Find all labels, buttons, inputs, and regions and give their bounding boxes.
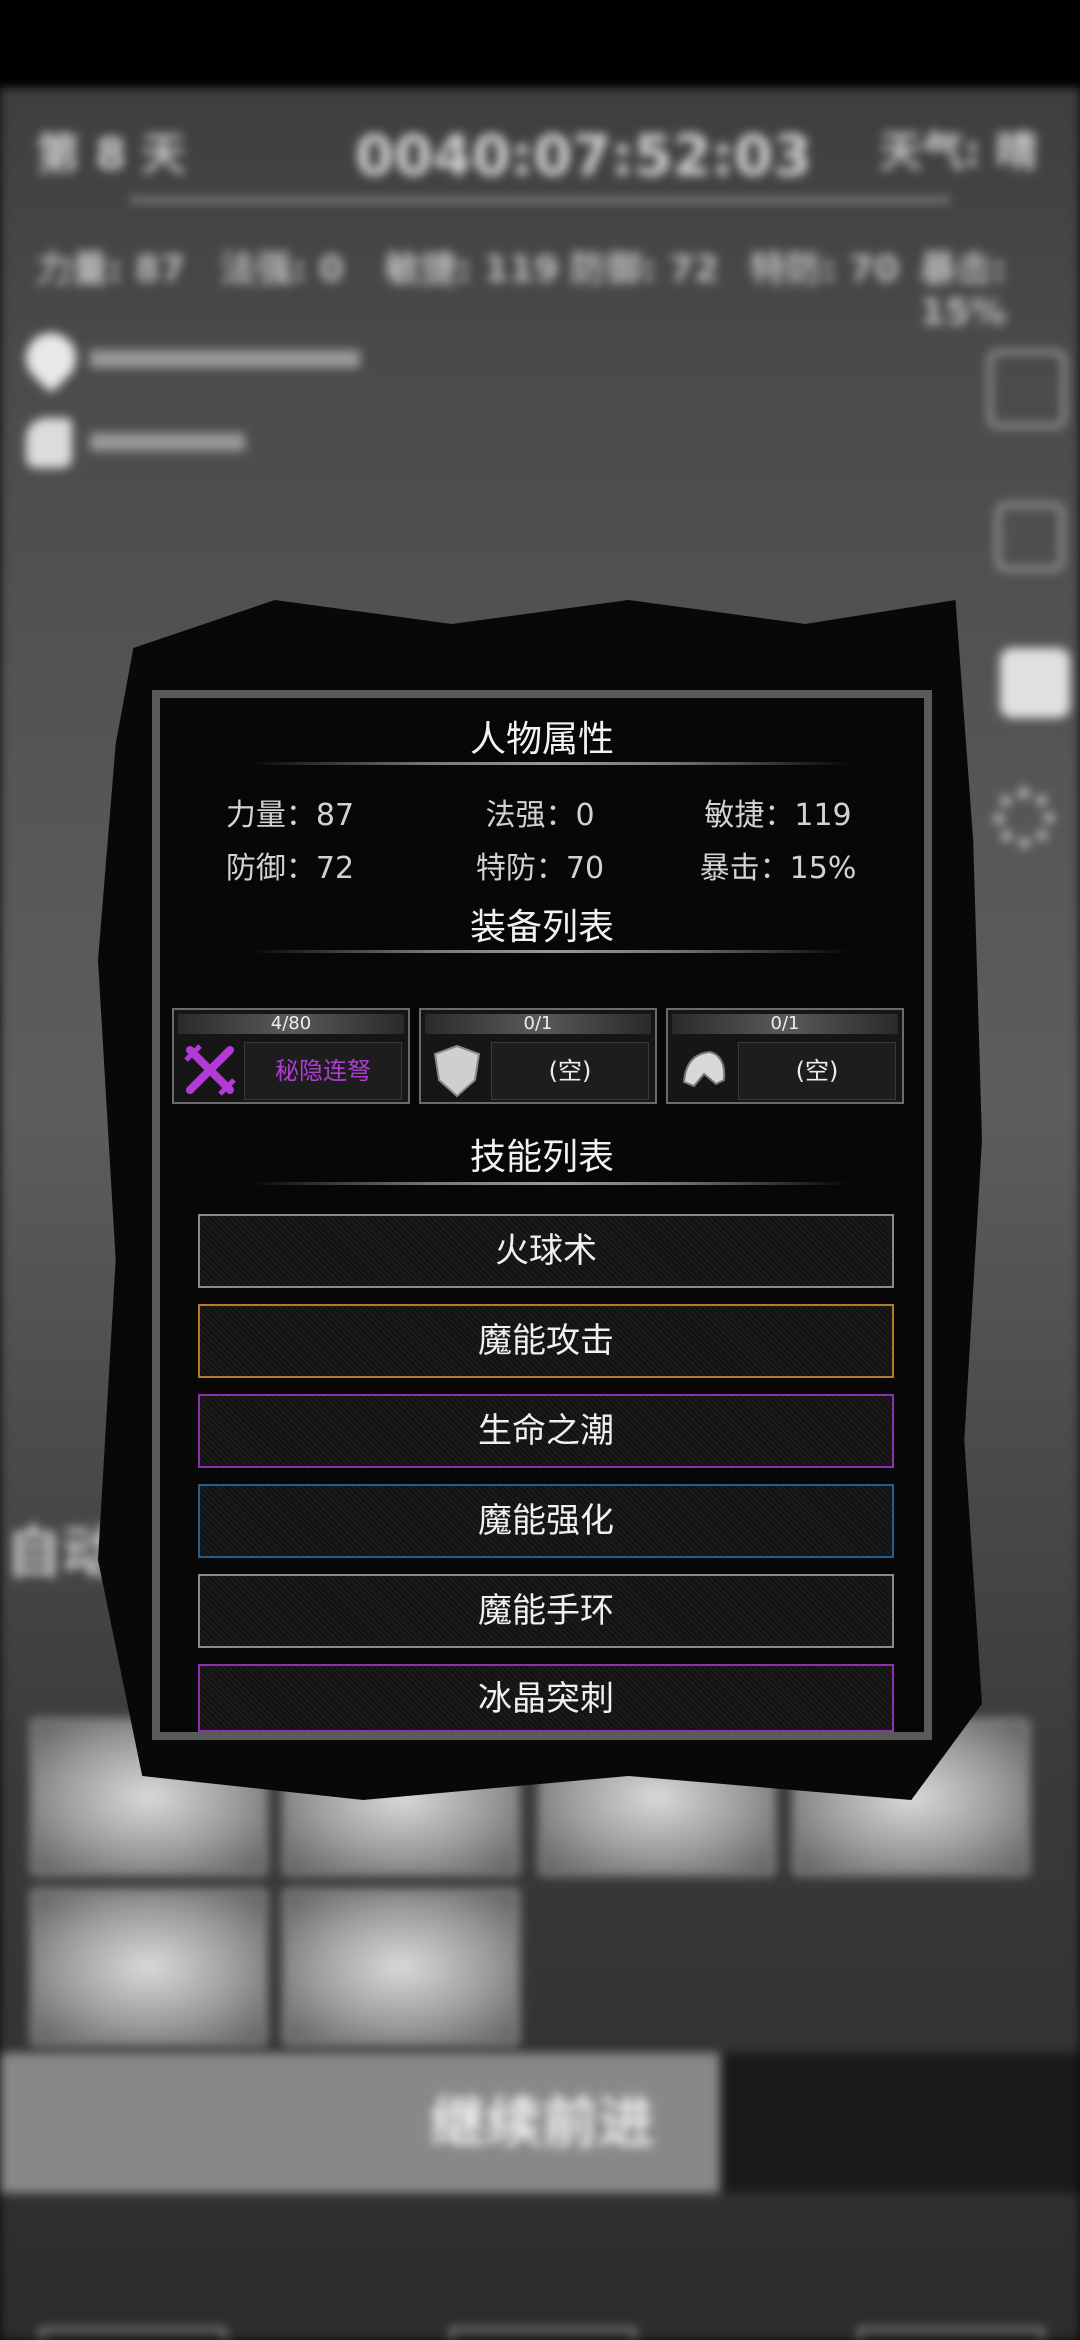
attr-defense: 防御：72 — [225, 851, 355, 886]
equipment-slot-accessory[interactable]: 0/1 (空) — [666, 1008, 904, 1104]
skill-button[interactable]: 火球术 — [198, 1214, 894, 1288]
bottom-button[interactable] — [40, 2328, 226, 2340]
skills-title: 技能列表 — [469, 1137, 614, 1178]
equipment-durability: 0/1 — [672, 1014, 898, 1034]
skills-divider — [250, 1182, 850, 1185]
attributes-title: 人物属性 — [469, 719, 614, 760]
bottom-button[interactable] — [858, 2328, 1044, 2340]
side-button[interactable] — [996, 503, 1064, 571]
equipment-slot-armor[interactable]: 0/1 (空) — [419, 1008, 657, 1104]
attr-agility: 敏捷：119 — [704, 798, 852, 833]
bg-stat: 特防: 70 — [750, 249, 900, 290]
skill-button[interactable]: 魔能手环 — [198, 1574, 894, 1648]
bg-stat: 法强: 0 — [220, 249, 344, 290]
exp-bar — [90, 433, 245, 451]
shield-icon — [427, 1040, 487, 1100]
skill-button[interactable]: 生命之潮 — [198, 1394, 894, 1468]
equipment-durability: 4/80 — [178, 1014, 404, 1034]
character-panel: 人物属性 力量：87 法强：0 敏捷：119 防御：72 特防：70 暴击：15… — [152, 690, 932, 1740]
header-divider — [130, 198, 950, 202]
equipment-name: (空) — [491, 1042, 649, 1100]
bg-stat: 敏捷: 119 — [385, 249, 560, 290]
gear-icon[interactable] — [994, 788, 1054, 848]
side-button[interactable] — [1000, 648, 1070, 718]
equipment-divider — [250, 950, 850, 953]
equipment-durability: 0/1 — [425, 1014, 651, 1034]
bottom-button[interactable] — [450, 2328, 636, 2340]
bg-stat: 力量: 87 — [36, 249, 186, 290]
hp-bar — [90, 350, 360, 368]
attr-magic-defense: 特防：70 — [475, 851, 605, 886]
crossed-crossbow-icon — [180, 1040, 240, 1100]
bg-card[interactable] — [30, 1888, 268, 2046]
bg-stat: 防御: 72 — [570, 249, 720, 290]
attr-magic-power: 法强：0 — [485, 798, 595, 833]
continue-panel-dark — [720, 2053, 1080, 2193]
skill-button[interactable]: 冰晶突刺 — [198, 1664, 894, 1732]
equipment-name: 秘隐连弩 — [244, 1042, 402, 1100]
attr-critical: 暴击：15% — [699, 851, 857, 886]
side-button[interactable] — [988, 350, 1066, 428]
attributes-divider — [250, 762, 850, 765]
bg-card[interactable] — [282, 1888, 520, 2046]
status-bar — [0, 0, 1080, 88]
equipment-name: (空) — [738, 1042, 896, 1100]
bg-stat: 暴击: 15% — [920, 249, 1007, 333]
attr-strength: 力量：87 — [225, 798, 355, 833]
skill-button[interactable]: 魔能强化 — [198, 1484, 894, 1558]
day-counter: 第 8 天 — [36, 129, 186, 180]
helmet-icon — [674, 1040, 734, 1100]
heart-icon — [15, 322, 87, 394]
weather-label: 天气: 晴 — [880, 127, 1038, 176]
continue-label: 继续前进 — [430, 2091, 654, 2156]
equipment-title: 装备列表 — [469, 907, 614, 948]
equipment-slot-weapon[interactable]: 4/80 秘隐连弩 — [172, 1008, 410, 1104]
strength-icon — [26, 418, 72, 468]
skill-button[interactable]: 魔能攻击 — [198, 1304, 894, 1378]
game-clock: 0040:07:52:03 — [355, 124, 812, 189]
